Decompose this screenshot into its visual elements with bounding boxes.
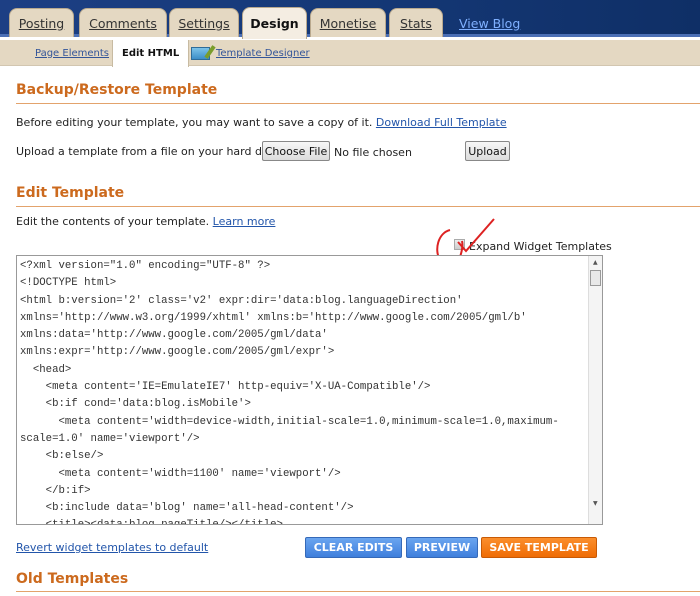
subtab-edit-html[interactable]: Edit HTML (112, 40, 190, 67)
tab-comments[interactable]: Comments (79, 8, 167, 37)
backup-description: Before editing your template, you may wa… (16, 116, 507, 129)
upload-button[interactable]: Upload (465, 141, 510, 161)
scroll-thumb[interactable] (590, 270, 601, 286)
learn-more-link[interactable]: Learn more (213, 215, 276, 228)
template-code-editor[interactable]: <?xml version="1.0" encoding="UTF-8" ?> … (16, 255, 603, 525)
preview-button[interactable]: PREVIEW (406, 537, 478, 558)
subtab-page-elements[interactable]: Page Elements (35, 48, 109, 59)
upload-label: Upload a template from a file on your ha… (16, 145, 287, 158)
scroll-down-icon[interactable]: ▼ (593, 500, 598, 507)
divider (16, 591, 700, 592)
old-templates-heading: Old Templates (16, 571, 129, 587)
editor-scrollbar[interactable]: ▲ ▼ (588, 256, 602, 524)
view-blog-link[interactable]: View Blog (459, 16, 520, 31)
tab-settings[interactable]: Settings (169, 8, 239, 37)
divider (16, 103, 700, 104)
revert-widget-templates-link[interactable]: Revert widget templates to default (16, 541, 208, 554)
scroll-up-icon[interactable]: ▲ (593, 259, 598, 266)
backup-restore-heading: Backup/Restore Template (16, 82, 218, 98)
no-file-chosen-text: No file chosen (334, 146, 412, 159)
template-designer-icon (191, 44, 216, 60)
design-subnav: Page Elements Edit HTML Template Designe… (0, 40, 700, 67)
subtab-template-designer[interactable]: Template Designer (216, 48, 310, 59)
clear-edits-button[interactable]: CLEAR EDITS (305, 537, 402, 558)
template-code[interactable]: <?xml version="1.0" encoding="UTF-8" ?> … (20, 258, 559, 524)
save-template-button[interactable]: SAVE TEMPLATE (481, 537, 597, 558)
tab-stats[interactable]: Stats (389, 8, 443, 37)
tab-monetise[interactable]: Monetise (310, 8, 386, 37)
tab-design[interactable]: Design (242, 7, 307, 39)
download-full-template-link[interactable]: Download Full Template (376, 116, 507, 129)
choose-file-button[interactable]: Choose File (262, 141, 330, 161)
top-navigation: Posting Comments Settings Design Monetis… (0, 0, 700, 39)
edit-description: Edit the contents of your template. Lear… (16, 215, 276, 228)
edit-template-heading: Edit Template (16, 185, 125, 201)
divider (16, 206, 700, 207)
tab-posting[interactable]: Posting (9, 8, 74, 37)
